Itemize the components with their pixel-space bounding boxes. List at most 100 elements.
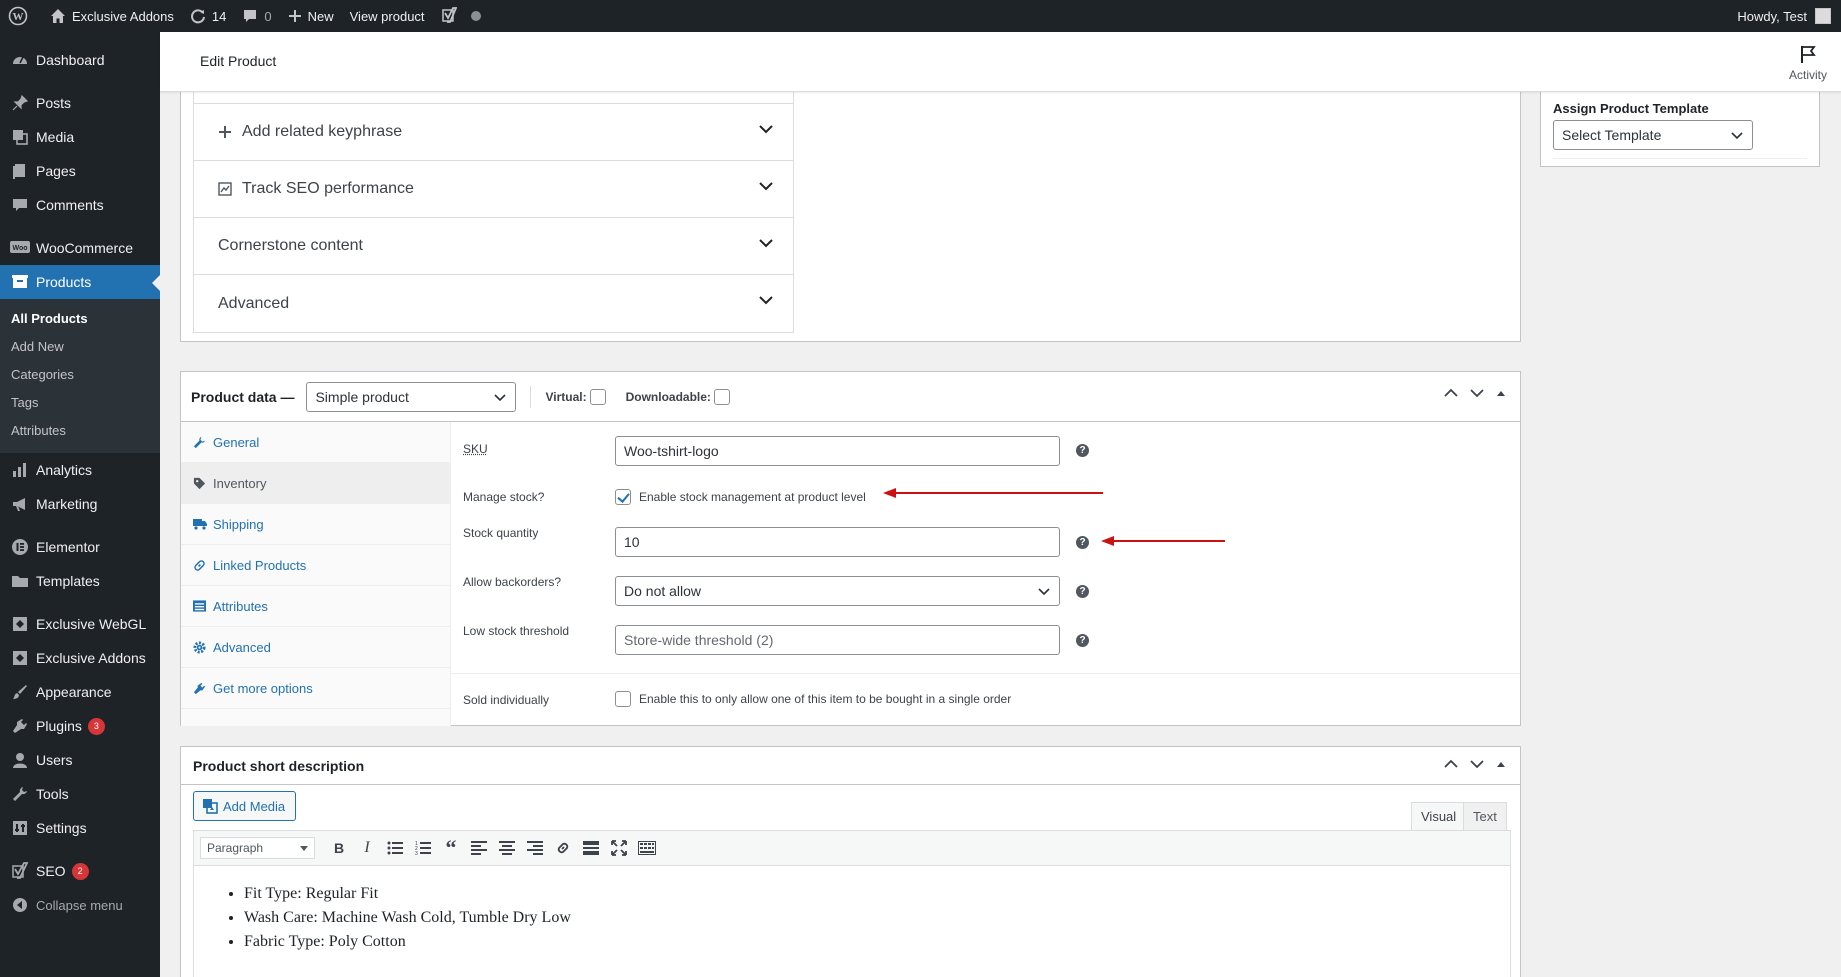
menu-comments[interactable]: Comments: [0, 188, 160, 222]
menu-dashboard[interactable]: Dashboard: [0, 43, 160, 77]
backorders-select[interactable]: Do not allow: [615, 576, 1060, 606]
move-up-icon[interactable]: [1444, 388, 1458, 398]
text-tab[interactable]: Text: [1463, 802, 1507, 830]
tab-attributes-label: Attributes: [213, 599, 268, 614]
plugins-update-badge: 3: [88, 718, 105, 735]
seo-advanced-row[interactable]: Advanced: [194, 275, 793, 332]
menu-users[interactable]: Users: [0, 743, 160, 777]
virtual-toggle[interactable]: Virtual:: [545, 389, 605, 405]
menu-media[interactable]: Media: [0, 120, 160, 154]
collapse-toggle-icon[interactable]: [1496, 389, 1506, 397]
collapse-menu-button[interactable]: Collapse menu: [0, 888, 160, 922]
stock-quantity-input[interactable]: 10: [615, 527, 1060, 557]
yoast-seo-menu[interactable]: [433, 0, 489, 32]
sold-individually-checkbox[interactable]: [615, 691, 631, 707]
move-down-icon[interactable]: [1470, 759, 1484, 769]
help-icon[interactable]: ?: [1076, 585, 1089, 598]
blockquote-icon[interactable]: “: [437, 834, 465, 862]
tab-general[interactable]: General: [181, 422, 450, 463]
new-content-link[interactable]: New: [280, 0, 342, 32]
help-icon[interactable]: ?: [1076, 634, 1089, 647]
link-icon[interactable]: [549, 834, 577, 862]
downloadable-checkbox[interactable]: [714, 389, 730, 405]
fullscreen-icon[interactable]: [605, 834, 633, 862]
visual-tab[interactable]: Visual: [1411, 802, 1466, 830]
box-controls: [1444, 759, 1506, 769]
site-name-link[interactable]: Exclusive Addons: [42, 0, 182, 32]
collapse-toggle-icon[interactable]: [1496, 760, 1506, 768]
site-name: Exclusive Addons: [72, 9, 174, 24]
submenu-all-products[interactable]: All Products: [0, 305, 160, 333]
sold-individually-option[interactable]: Enable this to only allow one of this it…: [615, 691, 1011, 707]
comments-link[interactable]: 0: [234, 0, 279, 32]
add-media-button[interactable]: Add Media: [193, 791, 296, 821]
bullet-list-icon[interactable]: [381, 834, 409, 862]
format-select[interactable]: Paragraph: [200, 837, 315, 859]
activity-button[interactable]: Activity: [1785, 44, 1831, 82]
menu-elementor[interactable]: Elementor: [0, 530, 160, 564]
product-type-select[interactable]: Simple product: [306, 382, 516, 412]
wrench-icon: [10, 784, 30, 804]
menu-tools[interactable]: Tools: [0, 777, 160, 811]
stock-quantity-label: Stock quantity: [463, 526, 538, 540]
menu-exclusive-addons[interactable]: Exclusive Addons: [0, 641, 160, 675]
tab-linked-products[interactable]: Linked Products: [181, 545, 450, 586]
menu-marketing[interactable]: Marketing: [0, 487, 160, 521]
menu-templates[interactable]: Templates: [0, 564, 160, 598]
italic-icon[interactable]: I: [353, 834, 381, 862]
menu-plugins[interactable]: Plugins 3: [0, 709, 160, 743]
menu-products[interactable]: Products: [0, 265, 160, 299]
move-up-icon[interactable]: [1444, 759, 1458, 769]
menu-analytics[interactable]: Analytics: [0, 453, 160, 487]
submenu-categories[interactable]: Categories: [0, 361, 160, 389]
tab-shipping[interactable]: Shipping: [181, 504, 450, 545]
virtual-checkbox[interactable]: [590, 389, 606, 405]
menu-seo[interactable]: SEO 2: [0, 854, 160, 888]
manage-stock-checkbox[interactable]: [615, 489, 631, 505]
updates-link[interactable]: 14: [182, 0, 234, 32]
backorders-label: Allow backorders?: [463, 575, 561, 589]
read-more-icon[interactable]: [577, 834, 605, 862]
sku-input[interactable]: Woo-tshirt-logo: [615, 436, 1060, 466]
cornerstone-content-row[interactable]: Cornerstone content: [194, 218, 793, 275]
seo-status-dot: [471, 11, 481, 21]
menu-analytics-label: Analytics: [36, 462, 92, 478]
menu-woocommerce[interactable]: Woo WooCommerce: [0, 231, 160, 265]
my-account-link[interactable]: Howdy, Test: [1737, 8, 1841, 24]
menu-appearance[interactable]: Appearance: [0, 675, 160, 709]
align-center-icon[interactable]: [493, 834, 521, 862]
menu-seo-label: SEO: [36, 863, 66, 879]
wordpress-logo-button[interactable]: W: [0, 0, 42, 32]
tab-get-more-options[interactable]: Get more options: [181, 668, 450, 709]
short-description-header: Product short description: [181, 747, 1520, 785]
help-icon[interactable]: ?: [1076, 536, 1089, 549]
user-icon: [10, 750, 30, 770]
submenu-add-new[interactable]: Add New: [0, 333, 160, 361]
menu-posts[interactable]: Posts: [0, 86, 160, 120]
align-left-icon[interactable]: [465, 834, 493, 862]
track-seo-performance-row[interactable]: Track SEO performance: [194, 161, 793, 218]
view-product-link[interactable]: View product: [342, 0, 433, 32]
menu-settings[interactable]: Settings: [0, 811, 160, 845]
tab-advanced[interactable]: Advanced: [181, 627, 450, 668]
move-down-icon[interactable]: [1470, 388, 1484, 398]
add-related-keyphrase-row[interactable]: Add related keyphrase: [194, 104, 793, 161]
low-stock-threshold-input[interactable]: Store-wide threshold (2): [615, 625, 1060, 655]
submenu-attributes[interactable]: Attributes: [0, 417, 160, 445]
manage-stock-option[interactable]: Enable stock management at product level: [615, 489, 866, 505]
cornerstone-content-label: Cornerstone content: [218, 237, 363, 255]
tab-attributes[interactable]: Attributes: [181, 586, 450, 627]
template-select[interactable]: Select Template: [1553, 120, 1753, 150]
bold-icon[interactable]: B: [325, 834, 353, 862]
toolbar-toggle-icon[interactable]: [633, 834, 661, 862]
submenu-tags[interactable]: Tags: [0, 389, 160, 417]
help-icon[interactable]: ?: [1076, 444, 1089, 457]
tab-inventory[interactable]: Inventory: [181, 463, 450, 504]
align-right-icon[interactable]: [521, 834, 549, 862]
downloadable-toggle[interactable]: Downloadable:: [626, 389, 730, 405]
menu-pages[interactable]: Pages: [0, 154, 160, 188]
numbered-list-icon[interactable]: 123: [409, 834, 437, 862]
short-description-editor[interactable]: Fit Type: Regular Fit Wash Care: Machine…: [193, 866, 1511, 977]
menu-exclusive-webgl[interactable]: Exclusive WebGL: [0, 607, 160, 641]
comment-icon: [242, 8, 258, 24]
